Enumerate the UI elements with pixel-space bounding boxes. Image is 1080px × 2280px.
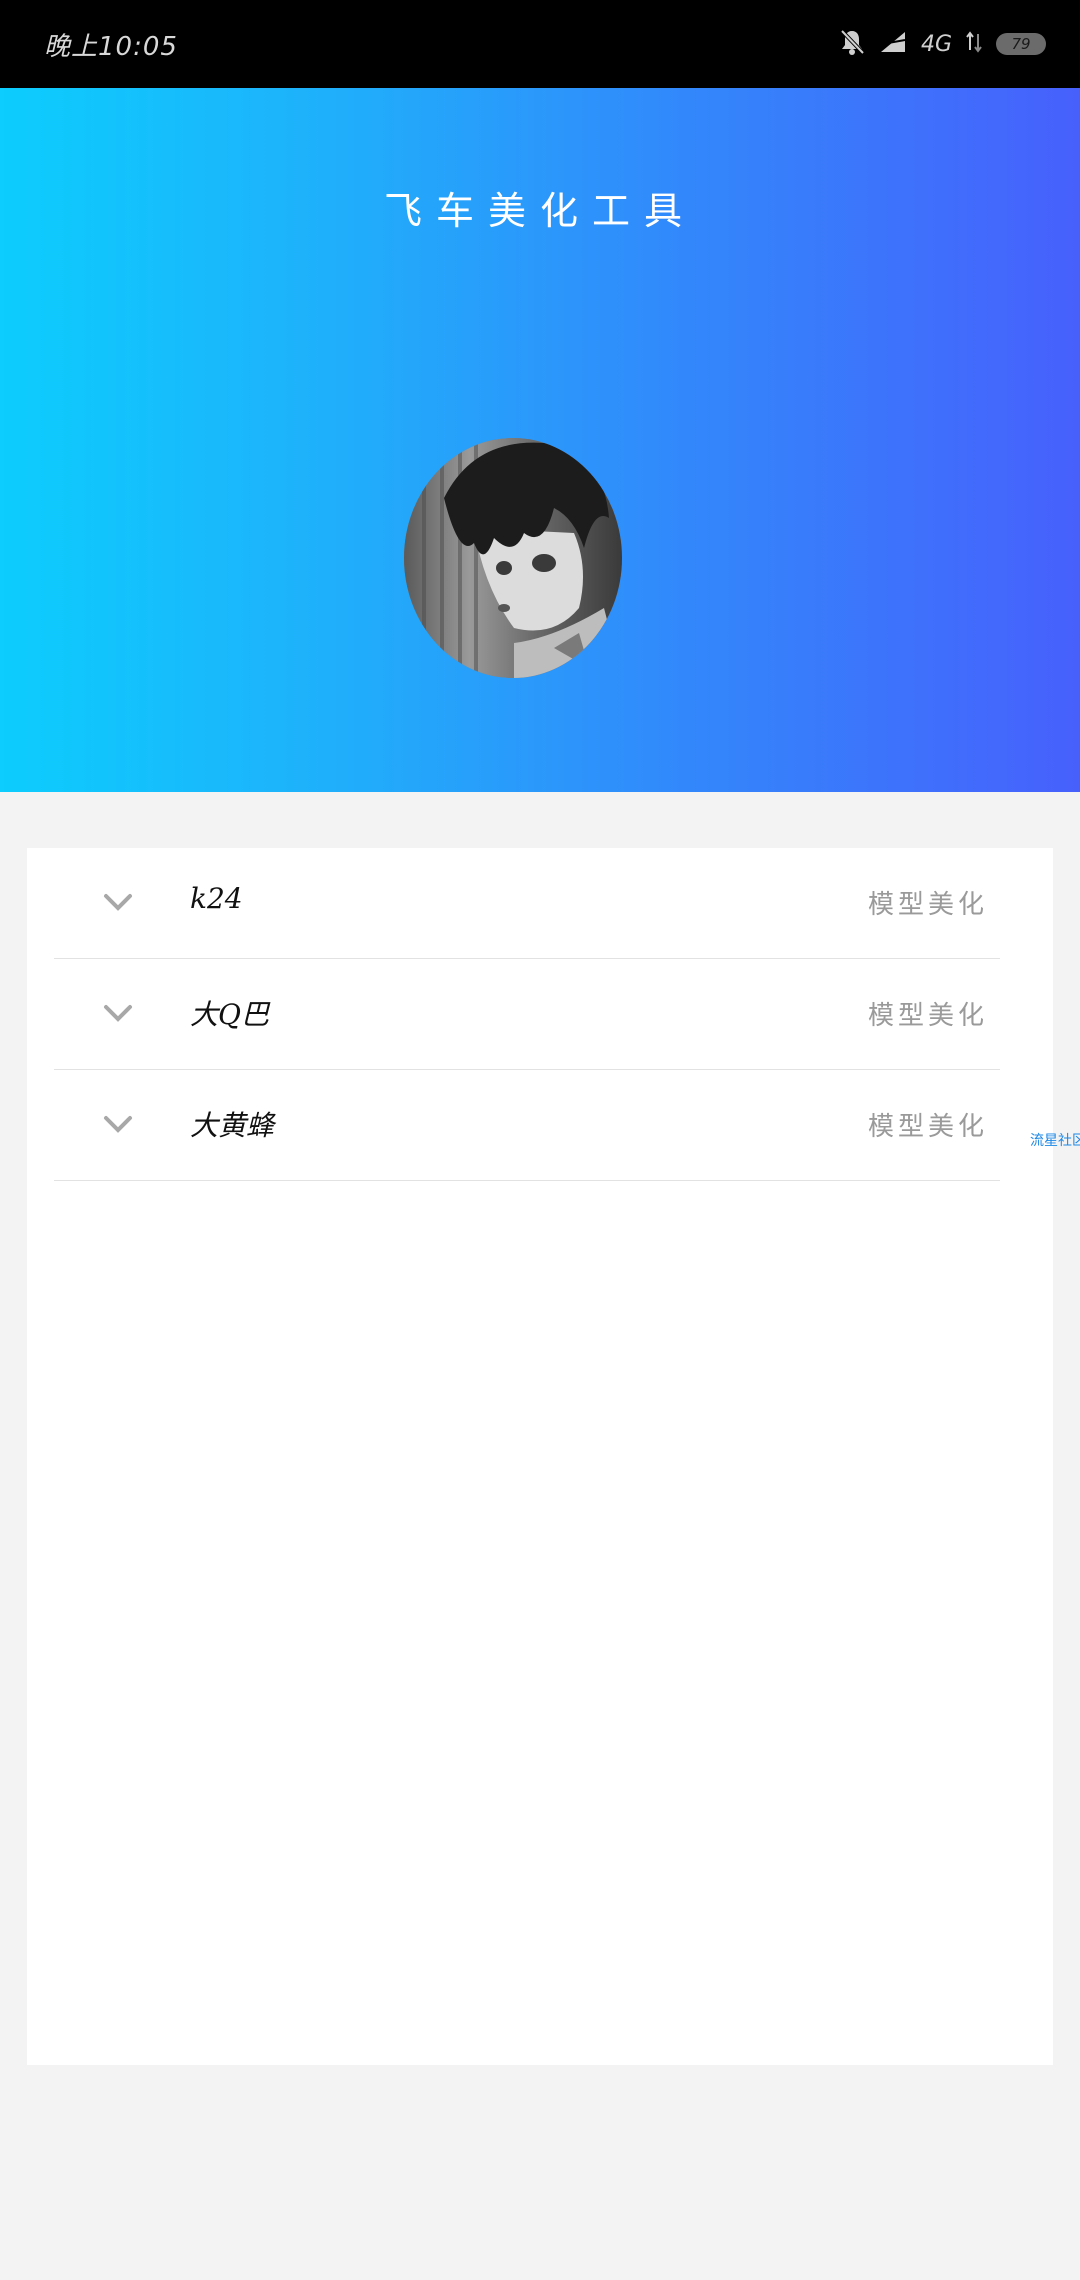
item-name: k24	[190, 882, 243, 915]
item-name: 大黄蜂	[190, 1109, 275, 1142]
side-community-link[interactable]: 流星社区	[1030, 1130, 1080, 1150]
app-title: 飞车美化工具	[383, 189, 696, 233]
list-item[interactable]: 大Q巴 模型美化	[54, 959, 1000, 1070]
list-card: k24 模型美化 大Q巴 模型美化 大黄蜂 模型美化	[27, 848, 1053, 2065]
chevron-down-icon[interactable]	[100, 884, 136, 920]
item-tag: 模型美化	[867, 1112, 988, 1142]
chevron-down-icon[interactable]	[100, 995, 136, 1031]
chevron-down-icon[interactable]	[100, 1106, 136, 1142]
avatar[interactable]	[404, 438, 622, 678]
item-tag: 模型美化	[867, 890, 988, 920]
item-name: 大Q巴	[190, 998, 269, 1031]
status-bar: 晚上10:05 4G 79	[0, 0, 1080, 88]
status-time: 晚上10:05	[44, 32, 178, 62]
signal-icon	[879, 30, 907, 58]
network-type: 4G	[920, 31, 952, 57]
status-icons: 4G 79	[839, 26, 1046, 62]
battery-icon: 79	[996, 33, 1046, 55]
data-arrows-icon	[966, 30, 982, 58]
bell-off-icon	[839, 28, 865, 60]
item-tag: 模型美化	[867, 1001, 988, 1031]
list-item[interactable]: 大黄蜂 模型美化	[54, 1070, 1000, 1181]
list-item[interactable]: k24 模型美化	[54, 848, 1000, 959]
header-banner: 飞车美化工具	[0, 88, 1080, 792]
